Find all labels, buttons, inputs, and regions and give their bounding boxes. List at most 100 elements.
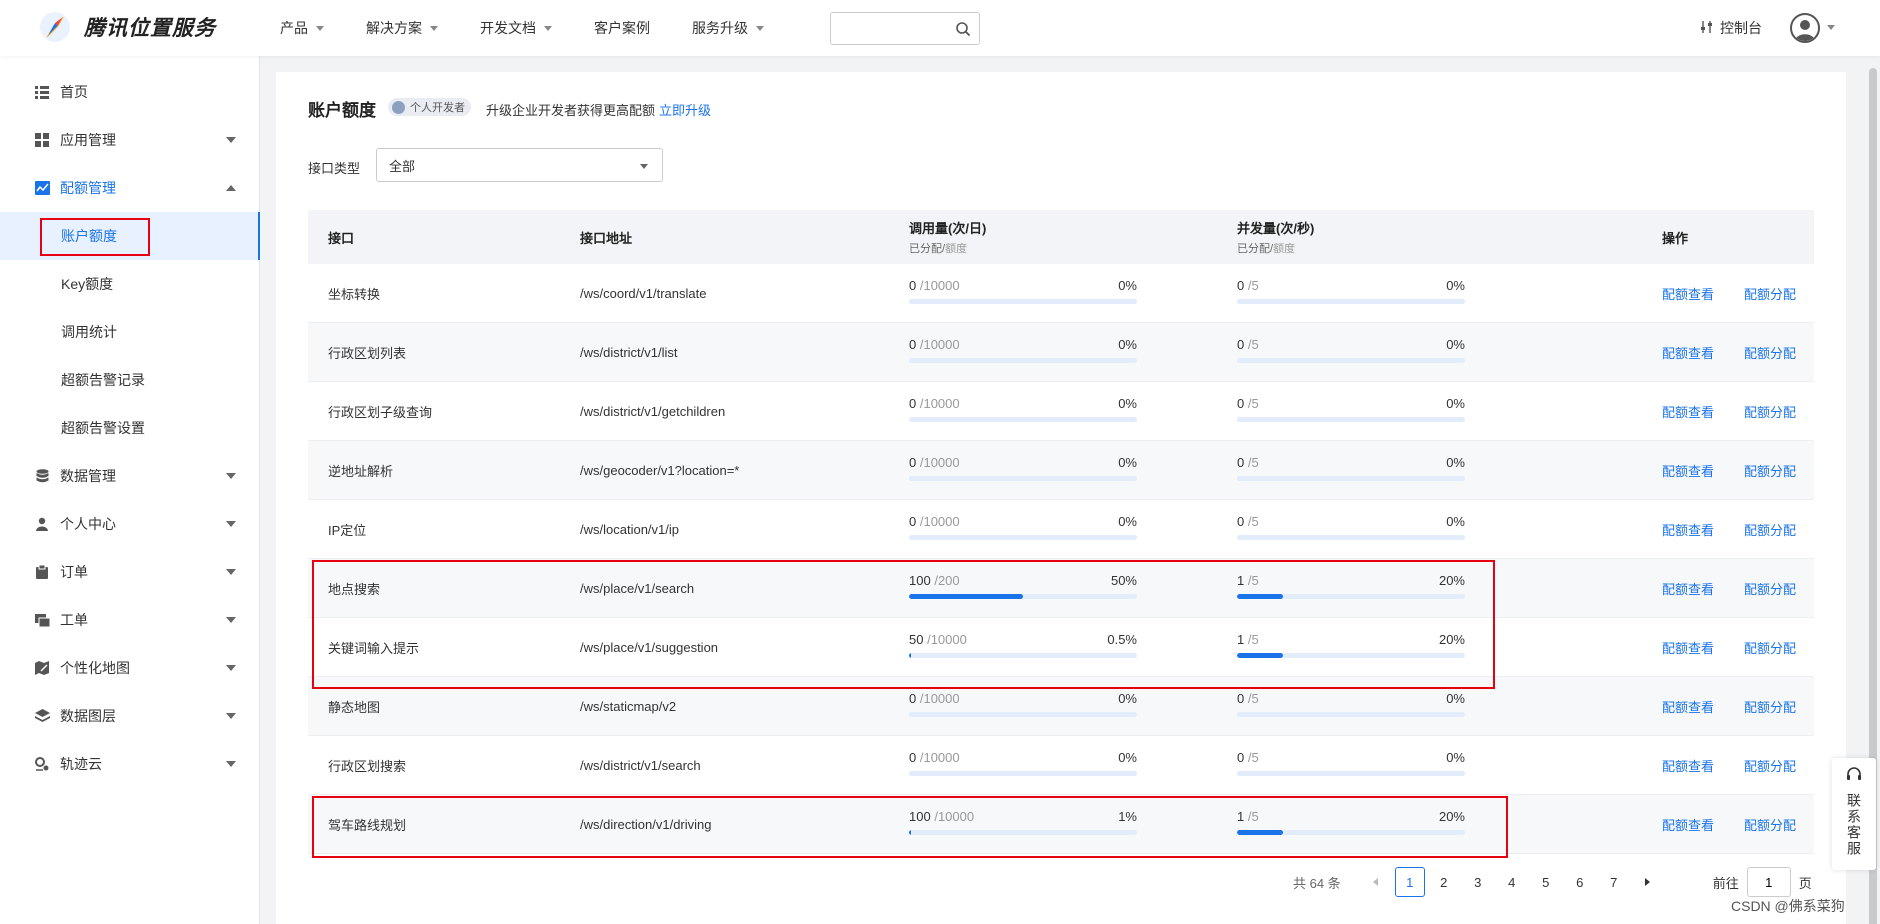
search-input[interactable]: [839, 13, 949, 44]
api-name: 驾车路线规划: [328, 817, 407, 833]
database-icon: [34, 468, 50, 484]
calls-used: 0: [909, 396, 917, 411]
page-button[interactable]: 2: [1429, 867, 1459, 897]
page-button[interactable]: 1: [1394, 867, 1425, 897]
calls-progress-bar: [909, 535, 1137, 540]
pagination: 共 64 条 1 2 3 4 5 6 7 前往 页: [1293, 866, 1812, 898]
table-row: IP定位/ws/location/v1/ip 0 /10000 0% 0 /5 0% 配额…: [308, 500, 1814, 559]
calls-used: 0: [909, 750, 917, 765]
page-button[interactable]: 7: [1599, 867, 1629, 897]
console-link[interactable]: 控制台: [1700, 18, 1762, 38]
sidebar-item-quota-management[interactable]: 配额管理: [0, 164, 260, 212]
upgrade-link[interactable]: 立即升级: [659, 103, 711, 118]
sidebar-item-data-layers[interactable]: 数据图层: [0, 692, 260, 740]
sidebar-item-personal-center[interactable]: 个人中心: [0, 500, 260, 548]
sidebar-item-label: 账户额度: [61, 228, 117, 244]
sidebar-item-orders[interactable]: 订单: [0, 548, 260, 596]
user-avatar[interactable]: [1790, 13, 1820, 43]
page-button[interactable]: 5: [1531, 867, 1561, 897]
sidebar-item-account-quota[interactable]: 账户额度: [0, 212, 260, 260]
sidebar-item-app-management[interactable]: 应用管理: [0, 116, 260, 164]
header-label: 调用量(次/日): [909, 221, 987, 236]
concurrency-quota: 1 /5 20%: [1237, 573, 1465, 599]
sidebar-item-home[interactable]: 首页: [0, 68, 260, 116]
sidebar-item-overquota-records[interactable]: 超额告警记录: [0, 356, 260, 404]
quota-assign-link[interactable]: 配额分配: [1744, 500, 1796, 558]
nav-label: 客户案例: [594, 20, 650, 36]
quota-assign-link[interactable]: 配额分配: [1744, 618, 1796, 676]
conc-limit: /5: [1247, 632, 1259, 647]
quota-assign-link[interactable]: 配额分配: [1744, 323, 1796, 381]
quota-view-link[interactable]: 配额查看: [1662, 677, 1714, 735]
quota-assign-link[interactable]: 配额分配: [1744, 795, 1796, 853]
calls-quota: 0 /10000 0%: [909, 337, 1137, 363]
calls-progress-bar: [909, 712, 1137, 717]
conc-progress-bar: [1237, 771, 1465, 776]
calls-limit: /200: [934, 573, 960, 588]
sidebar-item-label: 个性化地图: [60, 660, 130, 676]
sidebar-item-track-cloud[interactable]: 轨迹云: [0, 740, 260, 788]
sidebar-item-data-management[interactable]: 数据管理: [0, 452, 260, 500]
col-header-url: 接口地址: [580, 210, 632, 264]
header-label: 操作: [1662, 230, 1689, 246]
sidebar-item-call-stats[interactable]: 调用统计: [0, 308, 260, 356]
calls-quota: 0 /10000 0%: [909, 278, 1137, 304]
sidebar: 首页 应用管理 配额管理 账户额度 Key额度 调用统计 超额告警记录 超额告警…: [0, 56, 260, 924]
calls-progress-bar: [909, 594, 1137, 599]
quota-view-link[interactable]: 配额查看: [1662, 264, 1714, 322]
quota-assign-link[interactable]: 配额分配: [1744, 441, 1796, 499]
conc-used: 0: [1237, 396, 1245, 411]
sidebar-item-label: 个人中心: [60, 516, 116, 532]
nav-docs[interactable]: 开发文档: [480, 18, 552, 38]
page-button[interactable]: 4: [1497, 867, 1527, 897]
quota-view-link[interactable]: 配额查看: [1662, 500, 1714, 558]
quota-view-link[interactable]: 配额查看: [1662, 736, 1714, 794]
quota-view-link[interactable]: 配额查看: [1662, 382, 1714, 440]
grid-icon: [34, 132, 50, 148]
calls-quota: 0 /10000 0%: [909, 750, 1137, 776]
nav-cases[interactable]: 客户案例: [594, 18, 650, 38]
sidebar-item-custom-map[interactable]: 个性化地图: [0, 644, 260, 692]
calls-used: 50: [909, 632, 924, 647]
quota-view-link[interactable]: 配额查看: [1662, 559, 1714, 617]
conc-progress-bar: [1237, 417, 1465, 422]
page-button[interactable]: 3: [1463, 867, 1493, 897]
quota-assign-link[interactable]: 配额分配: [1744, 736, 1796, 794]
conc-percent: 20%: [1438, 632, 1465, 647]
api-url: /ws/coord/v1/translate: [580, 285, 707, 301]
header-sub: 已分配/额度: [1237, 240, 1314, 256]
api-name: 坐标转换: [328, 286, 381, 302]
api-type-select[interactable]: 全部: [376, 148, 663, 182]
select-value: 全部: [389, 158, 416, 174]
quota-view-link[interactable]: 配额查看: [1662, 795, 1714, 853]
quota-assign-link[interactable]: 配额分配: [1744, 264, 1796, 322]
calls-progress-bar: [909, 299, 1137, 304]
search-icon[interactable]: [955, 21, 971, 40]
calls-used: 100: [909, 809, 931, 824]
quota-assign-link[interactable]: 配额分配: [1744, 559, 1796, 617]
quota-view-link[interactable]: 配额查看: [1662, 323, 1714, 381]
next-page-button[interactable]: [1633, 867, 1663, 897]
quota-view-link[interactable]: 配额查看: [1662, 618, 1714, 676]
avatar-caret-down-icon[interactable]: [1827, 25, 1835, 30]
nav-products[interactable]: 产品: [280, 18, 324, 38]
prev-page-button[interactable]: [1361, 867, 1391, 897]
page-title: 账户额度: [308, 101, 376, 120]
sidebar-item-overquota-settings[interactable]: 超额告警设置: [0, 404, 260, 452]
calls-limit: /10000: [919, 514, 960, 529]
contact-service-button[interactable]: 联系客服: [1832, 758, 1876, 870]
sidebar-item-key-quota[interactable]: Key额度: [0, 260, 260, 308]
calls-quota: 100 /10000 1%: [909, 809, 1137, 835]
goto-page-input[interactable]: [1746, 867, 1791, 897]
page-button[interactable]: 6: [1565, 867, 1595, 897]
brand-logo[interactable]: 腾讯位置服务: [38, 10, 216, 44]
nav-upgrade[interactable]: 服务升级: [692, 18, 764, 38]
quota-assign-link[interactable]: 配额分配: [1744, 382, 1796, 440]
nav-solutions[interactable]: 解决方案: [366, 18, 438, 38]
sidebar-item-tickets[interactable]: 工单: [0, 596, 260, 644]
calls-progress-bar: [909, 653, 1137, 658]
calls-quota: 0 /10000 0%: [909, 455, 1137, 481]
calls-progress-bar: [909, 476, 1137, 481]
quota-assign-link[interactable]: 配额分配: [1744, 677, 1796, 735]
quota-view-link[interactable]: 配额查看: [1662, 441, 1714, 499]
